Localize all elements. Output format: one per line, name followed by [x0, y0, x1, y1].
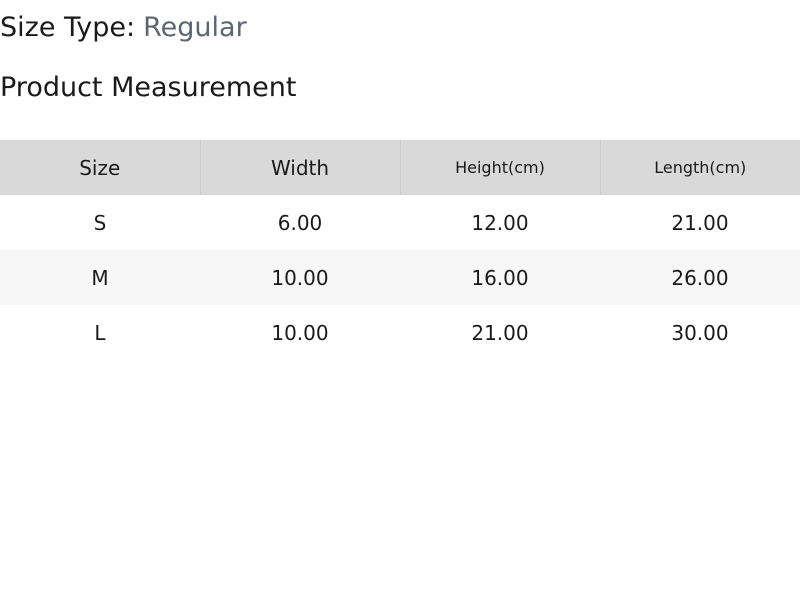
table-row: S 6.00 12.00 21.00 [0, 195, 800, 250]
cell-size: L [94, 320, 106, 345]
table-row: M 10.00 16.00 26.00 [0, 250, 800, 305]
cell-width: 10.00 [200, 250, 400, 305]
cell-height: 21.00 [471, 320, 529, 345]
cell-size: M [0, 250, 200, 305]
table-header: Size Width Height(cm) Length(cm) [0, 140, 800, 195]
table-row: L 10.00 21.00 30.00 [0, 305, 800, 360]
cell-length: 30.00 [671, 320, 729, 345]
size-type-row: Size Type: Regular [0, 10, 247, 46]
column-header-length: Length(cm) [599, 140, 800, 195]
product-measurement-title: Product Measurement [0, 72, 297, 103]
measurement-table: Size Width Height(cm) Length(cm) S 6.00 … [0, 140, 800, 360]
cell-length: 21.00 [671, 210, 729, 235]
cell-height: 16.00 [400, 250, 600, 305]
column-header-size: Size [0, 140, 200, 195]
table-header-row: Size Width Height(cm) Length(cm) [0, 140, 800, 195]
column-header-height: Height(cm) [399, 140, 600, 195]
size-type-value: Regular [143, 12, 247, 43]
cell-width: 6.00 [277, 210, 323, 235]
cell-size: S [93, 210, 107, 235]
column-header-width: Width [199, 140, 400, 195]
cell-length: 26.00 [600, 250, 800, 305]
cell-height: 12.00 [471, 210, 529, 235]
size-type-label: Size Type: [0, 12, 136, 43]
table-body: S 6.00 12.00 21.00 M 10.00 16.00 26.00 L… [0, 195, 800, 360]
cell-width: 10.00 [271, 320, 329, 345]
